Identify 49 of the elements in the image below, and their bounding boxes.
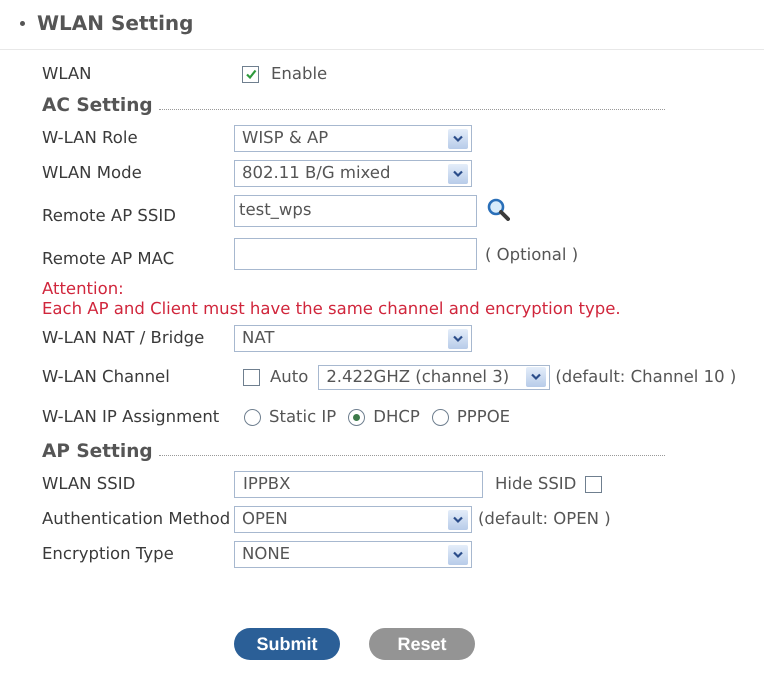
bullet-icon bbox=[20, 21, 25, 26]
checkbox-label: Auto bbox=[270, 366, 308, 388]
submit-button[interactable]: Submit bbox=[234, 628, 340, 660]
dropdown[interactable]: OPEN bbox=[234, 506, 472, 533]
hint-text: (default: Channel 10 ) bbox=[555, 366, 736, 386]
field-label: Remote AP SSID bbox=[42, 205, 177, 228]
text-field[interactable]: IPPBX bbox=[234, 471, 483, 498]
chevron-down-icon bbox=[448, 128, 468, 148]
checkbox[interactable] bbox=[585, 476, 602, 493]
checkbox-label: Hide SSID bbox=[495, 473, 576, 496]
dropdown[interactable]: NAT bbox=[234, 325, 472, 352]
field-label: W-LAN Channel bbox=[42, 366, 171, 388]
checkbox[interactable] bbox=[243, 368, 260, 386]
radio-label: PPPOE bbox=[456, 406, 510, 428]
section-title: AP Setting bbox=[42, 440, 153, 464]
dropdown[interactable]: WISP & AP bbox=[234, 125, 472, 152]
chevron-down-icon bbox=[448, 510, 468, 530]
chevron-down-icon bbox=[526, 367, 546, 387]
field-label: Authentication Method bbox=[42, 508, 232, 530]
chevron-down-icon bbox=[448, 544, 468, 564]
field-label: Remote AP MAC bbox=[42, 248, 176, 270]
radio-button[interactable] bbox=[432, 408, 449, 426]
hint-text: ( Optional ) bbox=[485, 245, 578, 264]
field-label: WLAN Mode bbox=[42, 162, 143, 184]
attention-message: Each AP and Client must have the same channel and encryption type. bbox=[42, 299, 622, 319]
hint-text: (default: OPEN ) bbox=[478, 509, 611, 528]
field-label: W-LAN Role bbox=[42, 127, 139, 150]
field-label: WLAN bbox=[42, 62, 93, 85]
field-label: WLAN SSID bbox=[42, 473, 136, 496]
radio-label: DHCP bbox=[373, 406, 420, 428]
page-title: WLAN Setting bbox=[37, 10, 194, 37]
attention-label: Attention: bbox=[42, 279, 125, 299]
dropdown[interactable]: 802.11 B/G mixed bbox=[234, 160, 472, 187]
dropdown[interactable]: NONE bbox=[234, 541, 472, 568]
radio-label: Static IP bbox=[269, 406, 336, 428]
radio-button[interactable] bbox=[348, 408, 366, 426]
search-icon[interactable] bbox=[486, 197, 510, 221]
text-field[interactable] bbox=[234, 238, 477, 270]
checkbox[interactable] bbox=[242, 66, 259, 82]
section-title: AC Setting bbox=[42, 94, 153, 118]
chevron-down-icon bbox=[448, 164, 468, 184]
field-label: W-LAN NAT / Bridge bbox=[42, 327, 206, 350]
radio-button[interactable] bbox=[244, 408, 261, 426]
field-label: Encryption Type bbox=[42, 543, 175, 566]
field-label: W-LAN IP Assignment bbox=[42, 406, 220, 428]
checkbox-label: Enable bbox=[271, 62, 328, 85]
dropdown[interactable]: 2.422GHZ (channel 3) bbox=[318, 364, 550, 390]
text-field[interactable]: test_wps bbox=[234, 195, 477, 227]
chevron-down-icon bbox=[448, 328, 468, 348]
